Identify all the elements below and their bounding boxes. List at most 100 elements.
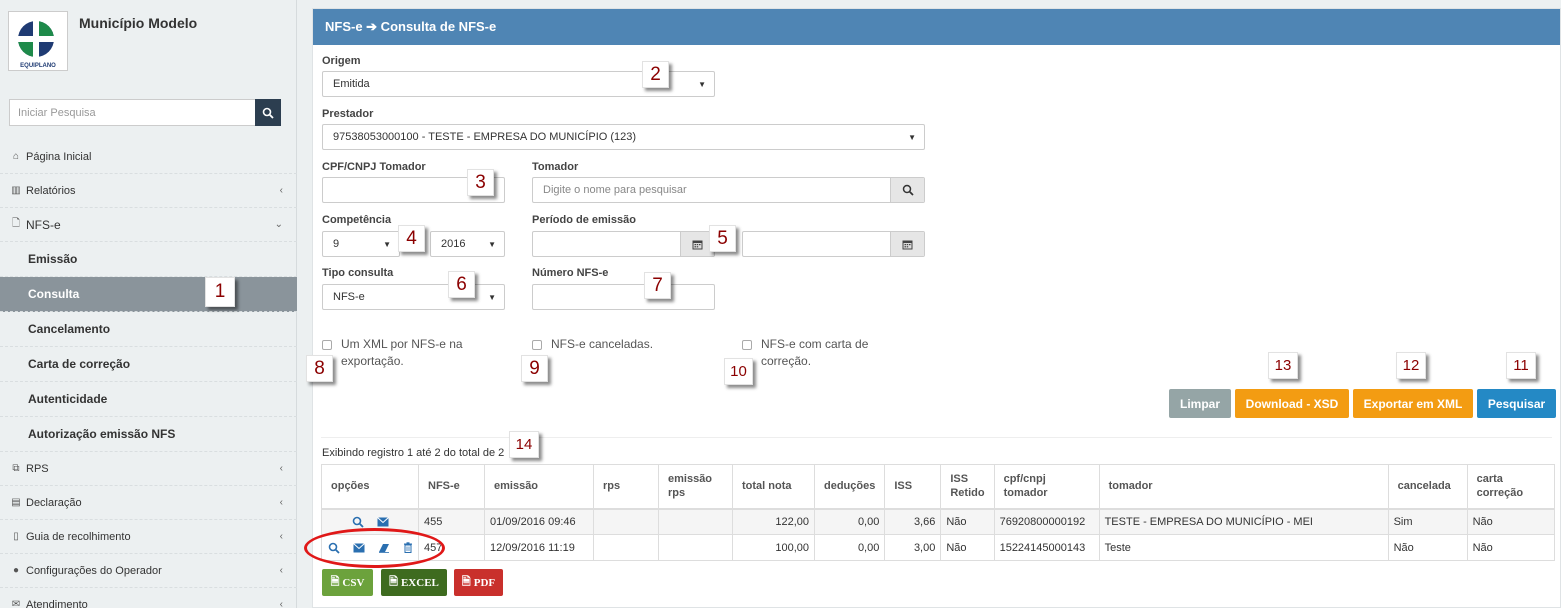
sidebar-subitem-carta-correcao[interactable]: Carta de correção (0, 347, 297, 382)
svg-text:EQUIPLANO: EQUIPLANO (20, 63, 56, 69)
col-emissao[interactable]: emissão (484, 464, 594, 510)
search-icon (902, 184, 914, 196)
col-carta-correcao[interactable]: carta correção (1466, 464, 1556, 510)
carta-correcao-checkbox[interactable]: NFS-e com carta de correção. (742, 336, 868, 370)
xml-por-nfse-checkbox[interactable]: Um XML por NFS-e na exportação. (322, 336, 463, 370)
col-cancelada[interactable]: cancelada (1387, 464, 1468, 510)
competencia-label: Competência (322, 214, 392, 226)
sidebar-item-declaracao[interactable]: ▤ Declaração ‹ (0, 486, 297, 520)
sidebar-subitem-autorizacao[interactable]: Autorização emissão NFS (0, 417, 297, 452)
file-excel-icon: 🗎 (389, 576, 398, 588)
periodo-start-input[interactable] (532, 231, 715, 257)
file-text-icon: ▤ (11, 497, 21, 508)
cell-emissao: 12/09/2016 11:19 (484, 534, 594, 561)
sidebar-item-reports[interactable]: ▥ Relatórios ‹ (0, 174, 297, 208)
col-emissao-rps[interactable]: emissão rps (658, 464, 733, 510)
col-iss[interactable]: ISS (884, 464, 942, 510)
col-iss-retido[interactable]: ISS Retido (940, 464, 995, 510)
numero-nfse-input[interactable] (532, 284, 715, 310)
col-deducoes[interactable]: deduções (813, 464, 886, 510)
competencia-year-value: 2016 (441, 238, 466, 250)
sidebar-item-nfse[interactable]: 🗋 NFS-e ⌄ (0, 208, 297, 242)
annotation-marker: 5 (709, 225, 736, 252)
table-row: 455 01/09/2016 09:46 122,00 0,00 3,66 Nã… (321, 508, 1556, 535)
cell-emissao-rps (658, 508, 733, 535)
sidebar-item-rps[interactable]: ⧉ RPS ‹ (0, 452, 297, 486)
calendar-end-button[interactable] (890, 232, 924, 256)
highlight-ellipse (304, 528, 445, 568)
caret-down-icon: ▼ (698, 79, 706, 89)
search-icon (262, 107, 274, 119)
cell-total-nota: 122,00 (732, 508, 815, 535)
checkbox-box[interactable] (322, 340, 332, 350)
email-icon[interactable] (376, 516, 389, 527)
annotation-marker: 4 (398, 225, 425, 252)
cell-deducoes: 0,00 (813, 508, 886, 535)
checkbox-label-line1: Um XML por NFS-e na (341, 337, 463, 351)
export-csv-label: CSV (342, 576, 365, 589)
caret-down-icon: ▼ (488, 239, 496, 249)
limpar-button[interactable]: Limpar (1169, 389, 1231, 418)
origem-value: Emitida (333, 78, 370, 90)
pesquisar-button[interactable]: Pesquisar (1477, 389, 1556, 418)
cell-emissao-rps (658, 534, 733, 561)
copy-icon: ⧉ (12, 463, 20, 474)
tomador-placeholder: Digite o nome para pesquisar (543, 184, 687, 196)
annotation-marker: 9 (521, 355, 548, 382)
cell-iss: 3,66 (884, 508, 942, 535)
canceladas-checkbox[interactable]: NFS-e canceladas. (532, 336, 653, 353)
sidebar-subitem-consulta[interactable]: Consulta (0, 277, 297, 312)
col-rps[interactable]: rps (593, 464, 659, 510)
sidebar-item-guia[interactable]: ▯ Guia de recolhimento ‹ (0, 520, 297, 554)
col-nfse[interactable]: NFS-e (418, 464, 485, 510)
main-panel: NFS-e ➔ Consulta de NFS-e Origem Emitida… (312, 8, 1561, 608)
checkbox-box[interactable] (742, 340, 752, 350)
checkbox-box[interactable] (532, 340, 542, 350)
cell-iss-retido: Não (940, 508, 995, 535)
sidebar-menu: ⌂ Página Inicial ▥ Relatórios ‹ 🗋 NFS-e … (0, 140, 297, 608)
competencia-year-select[interactable]: 2016 ▼ (430, 231, 505, 257)
periodo-end-input[interactable] (742, 231, 925, 257)
sidebar-item-label: Configurações do Operador (26, 564, 162, 577)
col-cpf-cnpj-tomador[interactable]: cpf/cnpj tomador (993, 464, 1100, 510)
sidebar-item-config-operador[interactable]: ● Configurações do Operador ‹ (0, 554, 297, 588)
caret-down-icon: ▼ (383, 239, 391, 249)
sidebar-subitem-autenticidade[interactable]: Autenticidade (0, 382, 297, 417)
cell-total-nota: 100,00 (732, 534, 815, 561)
col-tomador[interactable]: tomador (1098, 464, 1389, 510)
search-button[interactable] (255, 99, 281, 126)
sidebar-item-atendimento[interactable]: ✉ Atendimento ‹ (0, 588, 297, 608)
tipo-consulta-select[interactable]: NFS-e ▼ (322, 284, 505, 310)
exportar-xml-button[interactable]: Exportar em XML (1353, 389, 1473, 418)
export-pdf-button[interactable]: 🗎 PDF (454, 569, 503, 596)
annotation-marker: 11 (1506, 352, 1536, 379)
chevron-left-icon: ‹ (279, 185, 283, 196)
tipo-consulta-value: NFS-e (333, 291, 365, 303)
sidebar-item-label: Atendimento (26, 598, 88, 608)
export-csv-button[interactable]: 🗎 CSV (322, 569, 373, 596)
home-icon: ⌂ (12, 151, 20, 162)
download-xsd-button[interactable]: Download - XSD (1235, 389, 1349, 418)
chevron-left-icon: ‹ (279, 531, 283, 542)
competencia-month-select[interactable]: 9 ▼ (322, 231, 400, 257)
table-header-row: opções NFS-e emissão rps emissão rps tot… (321, 464, 1556, 510)
user-icon: ● (12, 565, 20, 576)
prestador-select[interactable]: 97538053000100 - TESTE - EMPRESA DO MUNI… (322, 124, 925, 150)
sidebar: EQUIPLANO Município Modelo ⌂ Página Inic… (0, 0, 297, 608)
annotation-marker: 2 (642, 61, 669, 88)
export-excel-button[interactable]: 🗎 EXCEL (381, 569, 447, 596)
tomador-search-button[interactable] (890, 178, 924, 202)
tomador-input[interactable]: Digite o nome para pesquisar (532, 177, 925, 203)
checkbox-label: Um XML por NFS-e na exportação. (341, 336, 463, 370)
col-opcoes[interactable]: opções (321, 464, 419, 510)
sidebar-item-label: Declaração (26, 496, 82, 509)
search-input[interactable] (9, 99, 255, 126)
sidebar-item-label: Guia de recolhimento (26, 530, 131, 543)
col-total-nota[interactable]: total nota (732, 464, 815, 510)
chevron-down-icon: ⌄ (274, 219, 283, 230)
cell-iss: 3,00 (884, 534, 942, 561)
view-icon[interactable] (352, 516, 364, 528)
sidebar-item-home[interactable]: ⌂ Página Inicial (0, 140, 297, 174)
sidebar-subitem-cancelamento[interactable]: Cancelamento (0, 312, 297, 347)
sidebar-subitem-emissao[interactable]: Emissão (0, 242, 297, 277)
